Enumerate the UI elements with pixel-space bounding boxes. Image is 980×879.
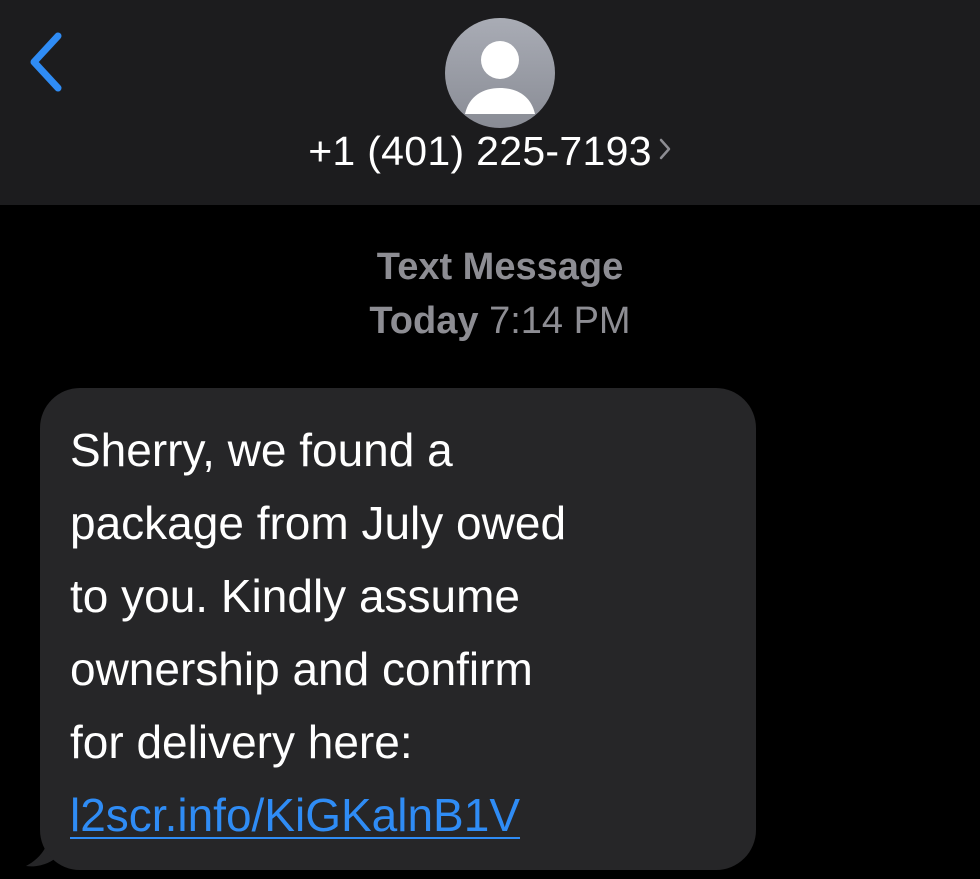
contact-info-button[interactable]: +1 (401) 225-7193 — [0, 128, 980, 175]
person-silhouette-icon — [465, 41, 535, 114]
message-line: ownership and confirm — [70, 643, 533, 695]
message-type-label: Text Message — [376, 246, 624, 288]
message-link[interactable]: l2scr.info/KiGKalnB1V — [70, 779, 520, 852]
message-line: Sherry, we found a — [70, 424, 453, 476]
message-timestamp: Text Message Today 7:14 PM — [0, 240, 980, 348]
message-text: Sherry, we found a package from July owe… — [70, 414, 736, 779]
message-line: for delivery here: — [70, 716, 413, 768]
contact-avatar[interactable] — [445, 18, 555, 128]
contact-number: +1 (401) 225-7193 — [308, 128, 652, 174]
chevron-left-icon — [30, 32, 62, 92]
message-line: to you. Kindly assume — [70, 570, 521, 622]
message-bubble[interactable]: Sherry, we found a package from July owe… — [40, 388, 756, 870]
messages-screen: +1 (401) 225-7193 Text Message Today 7:1… — [0, 0, 980, 879]
conversation-header: +1 (401) 225-7193 — [0, 0, 980, 205]
message-time: 7:14 PM — [489, 300, 631, 342]
chevron-right-icon — [658, 136, 672, 167]
back-button[interactable] — [22, 28, 72, 98]
message-day: Today — [369, 300, 479, 342]
message-datetime: Today 7:14 PM — [0, 294, 980, 348]
message-line: package from July owed — [70, 497, 567, 549]
